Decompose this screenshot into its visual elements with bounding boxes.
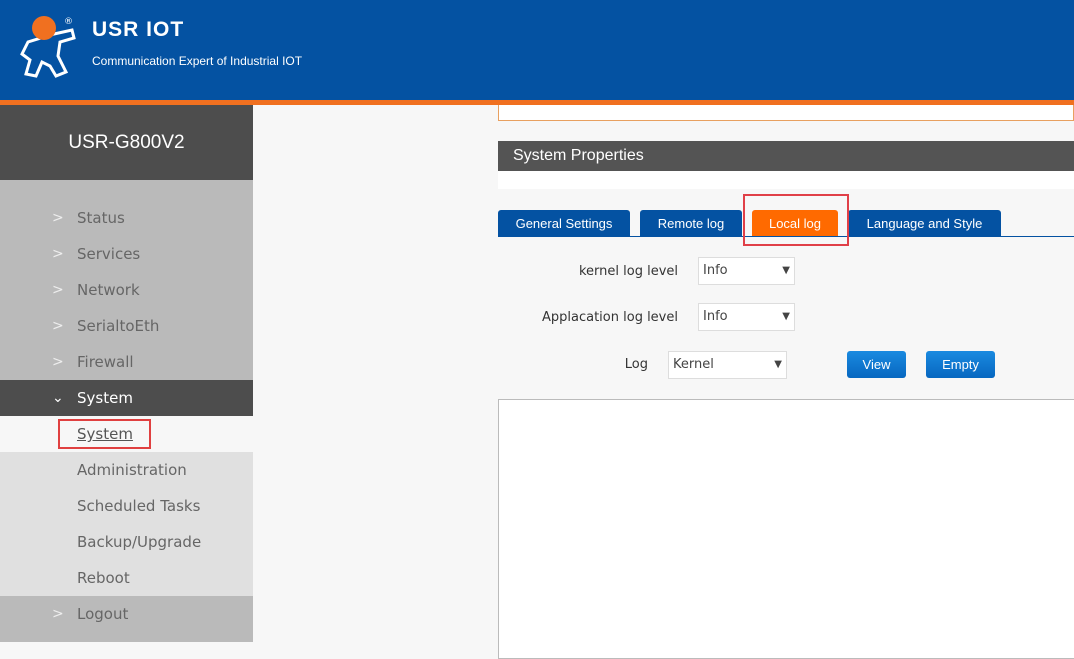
device-name: USR-G800V2 [0,105,253,180]
sidebar-subitem-label: Reboot [77,569,130,587]
section-title: System Properties [498,141,1074,171]
dropdown-arrow-icon: ▼ [782,311,790,322]
sidebar-subitem-reboot[interactable]: Reboot [0,560,253,596]
sidebar-subitem-label: Backup/Upgrade [77,533,202,551]
sidebar-item-system[interactable]: ⌄ System [0,380,253,416]
sidebar-item-label: Services [77,245,141,263]
sidebar-subitem-administration[interactable]: Administration [0,452,253,488]
tab-remote-log[interactable]: Remote log [640,210,742,236]
chevron-right-icon: > [52,354,64,370]
sidebar-subitem-label: Scheduled Tasks [77,497,201,515]
usr-logo-icon: ® [20,16,76,78]
brand-slogan: Communication Expert of Industrial IOT [92,54,303,68]
sidebar-subitem-label: System [58,419,151,449]
svg-text:®: ® [64,17,73,27]
select-value: Info [703,309,728,324]
sidebar-item-label: Status [77,209,125,227]
empty-button[interactable]: Empty [926,351,995,378]
log-select[interactable]: Kernel ▼ [668,351,787,379]
view-button[interactable]: View [847,351,906,378]
sidebar-item-logout[interactable]: > Logout [0,596,253,632]
section-spacer [498,171,1074,189]
dropdown-arrow-icon: ▼ [774,359,782,370]
application-log-level-select[interactable]: Info ▼ [698,303,795,331]
header: ® USR IOT Communication Expert of Indust… [0,0,1074,100]
sidebar-item-network[interactable]: > Network [0,272,253,308]
sidebar-item-label: Network [77,281,140,299]
sidebar-subitem-label: Administration [77,461,187,479]
chevron-right-icon: > [52,318,64,334]
chevron-down-icon: ⌄ [52,390,64,406]
tab-language-and-style[interactable]: Language and Style [848,210,1001,236]
chevron-right-icon: > [52,282,64,298]
dropdown-arrow-icon: ▼ [782,265,790,276]
log-label: Log [624,357,648,372]
chevron-right-icon: > [52,606,64,622]
notice-box [498,105,1074,121]
sidebar-subitem-scheduled-tasks[interactable]: Scheduled Tasks [0,488,253,524]
sidebar-subitem-system[interactable]: System [0,416,253,452]
chevron-right-icon: > [52,246,64,262]
chevron-right-icon: > [52,210,64,226]
select-value: Kernel [673,357,714,372]
kernel-log-level-select[interactable]: Info ▼ [698,257,795,285]
application-log-level-label: Applacation log level [542,310,678,325]
sidebar-item-firewall[interactable]: > Firewall [0,344,253,380]
sidebar-item-serialtoeth[interactable]: > SerialtoEth [0,308,253,344]
brand-name: USR IOT [92,18,185,41]
sidebar-item-label: Logout [77,605,129,623]
select-value: Info [703,263,728,278]
sidebar-item-label: SerialtoEth [77,317,160,335]
tab-general-settings[interactable]: General Settings [498,210,630,236]
kernel-log-level-label: kernel log level [578,264,678,279]
sidebar-item-label: Firewall [77,353,134,371]
sidebar-item-status[interactable]: > Status [0,200,253,236]
highlight-box [743,194,849,246]
sidebar-subitem-backup-upgrade[interactable]: Backup/Upgrade [0,524,253,560]
sidebar-item-services[interactable]: > Services [0,236,253,272]
sidebar-item-label: System [77,389,133,407]
log-output-textarea[interactable] [498,399,1074,659]
